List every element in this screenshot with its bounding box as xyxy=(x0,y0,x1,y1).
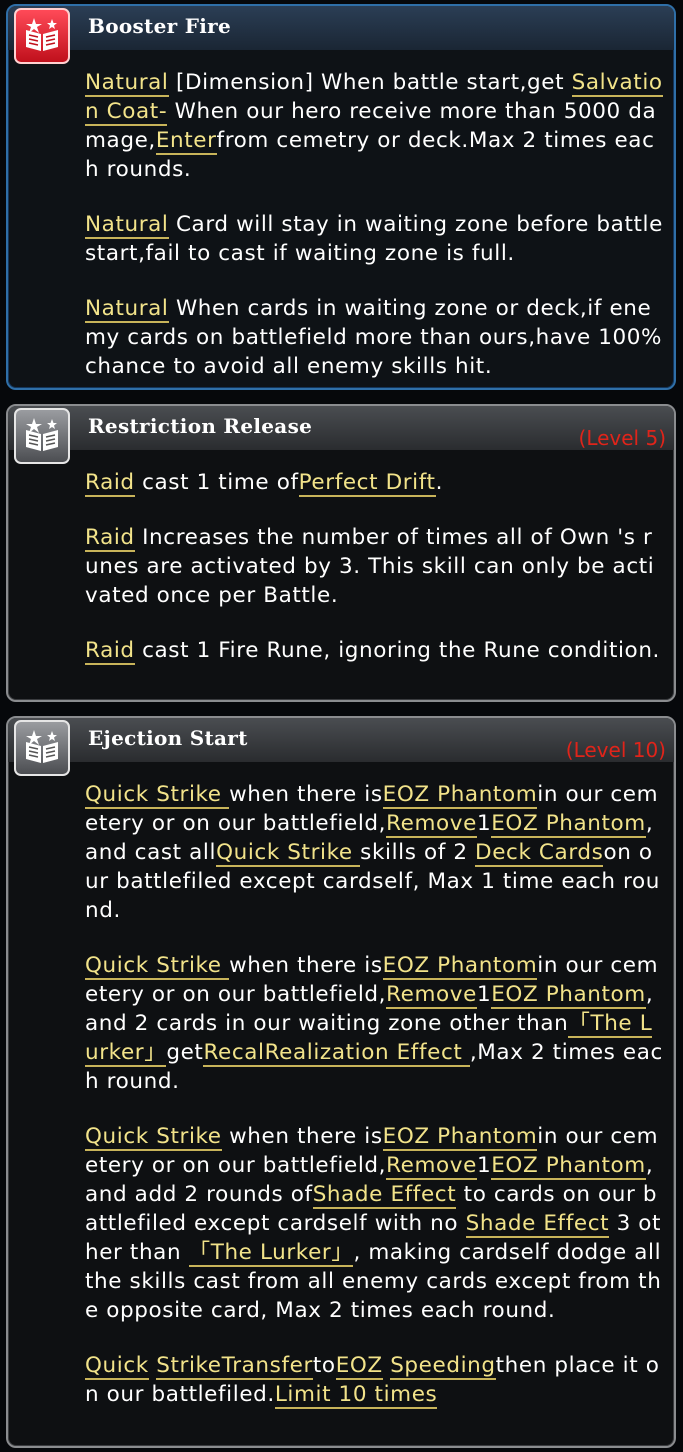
book-stars-icon xyxy=(14,8,70,64)
skill-keyword-link[interactable]: EOZ Phantom xyxy=(491,982,646,1009)
skill-paragraph: Quick Strike when there isEOZ Phantomin … xyxy=(85,1122,666,1325)
skill-keyword-link[interactable]: Shade Effect xyxy=(312,1182,457,1209)
skill-text: when there is xyxy=(229,953,383,978)
skill-paragraph: Natural When cards in waiting zone or de… xyxy=(85,294,666,381)
skill-paragraph: Quick StrikeTransfertoEOZ Speedingthen p… xyxy=(85,1351,666,1409)
skill-keyword-link[interactable]: Strike xyxy=(156,1353,222,1380)
book-stars-icon xyxy=(14,408,70,464)
skill-keyword-link[interactable]: RecalRealization Effect xyxy=(203,1040,470,1067)
skill-paragraph: Natural [Dimension] When battle start,ge… xyxy=(85,68,666,184)
skill-text: to xyxy=(312,1353,336,1378)
skill-text: when there is xyxy=(221,1124,383,1149)
skill-keyword-link[interactable]: Remove xyxy=(386,811,477,838)
skill-keyword-link[interactable]: Natural xyxy=(85,70,169,97)
skill-keyword-link[interactable]: EOZ Phantom xyxy=(491,1153,646,1180)
skill-keyword-link[interactable]: Remove xyxy=(386,1153,477,1180)
skill-paragraph: Raid cast 1 Fire Rune, ignoring the Rune… xyxy=(85,636,666,665)
skill-keyword-link[interactable]: Quick Strike xyxy=(85,782,230,809)
skill-paragraph: Quick Strike when there isEOZ Phantomin … xyxy=(85,780,666,925)
skill-text: Increases the number of times all of Own… xyxy=(85,525,655,608)
skill-keyword-link[interactable]: Deck Cards xyxy=(475,840,604,867)
skill-text: 1 xyxy=(476,982,492,1007)
skill-keyword-link[interactable]: Perfect Drift xyxy=(298,470,436,497)
skill-text: 1 xyxy=(476,811,492,836)
skill-panel-restriction-release: Restriction Release (Level 5) Raid cast … xyxy=(6,404,676,702)
skill-paragraph: Natural Card will stay in waiting zone b… xyxy=(85,210,666,268)
skill-title: Ejection Start xyxy=(88,726,248,750)
skill-keyword-link[interactable]: Remove xyxy=(386,982,477,1009)
skill-keyword-link[interactable]: Quick Strike xyxy=(85,953,230,980)
skill-keyword-link[interactable]: 「The Lurker」 xyxy=(188,1240,354,1267)
skill-keyword-link[interactable]: EOZ Phantom xyxy=(382,953,538,980)
book-stars-icon xyxy=(14,720,70,776)
skill-keyword-link[interactable]: Quick Strike xyxy=(216,840,361,867)
skill-text: get xyxy=(166,1040,204,1065)
skill-text: when there is xyxy=(229,782,383,807)
skill-keyword-link[interactable]: Natural xyxy=(85,296,169,323)
skill-panel-booster-fire: Booster Fire Natural [Dimension] When ba… xyxy=(6,4,676,390)
skill-text: Card will stay in waiting zone before ba… xyxy=(85,212,663,266)
skill-text: cast 1 Fire Rune, ignoring the Rune cond… xyxy=(134,638,660,663)
skill-text: skills of 2 xyxy=(360,840,476,865)
skill-title: Booster Fire xyxy=(88,14,231,38)
skill-description: Quick Strike when there isEOZ Phantomin … xyxy=(85,780,666,1409)
skill-keyword-link[interactable]: Enter xyxy=(155,128,217,155)
skill-description: Raid cast 1 time ofPerfect Drift. Raid In… xyxy=(85,468,666,665)
skill-text: 1 xyxy=(476,1153,492,1178)
skill-panel-ejection-start: Ejection Start (Level 10) Quick Strike w… xyxy=(6,716,676,1448)
skill-level: (Level 5) xyxy=(578,426,666,450)
skill-keyword-link[interactable]: Speeding xyxy=(390,1353,496,1380)
skill-paragraph: Quick Strike when there isEOZ Phantomin … xyxy=(85,951,666,1096)
skill-paragraph: Raid cast 1 time ofPerfect Drift. xyxy=(85,468,666,497)
skill-text: cast 1 time of xyxy=(134,470,299,495)
skill-level: (Level 10) xyxy=(565,738,666,762)
skill-keyword-link[interactable]: Transfer xyxy=(221,1353,313,1380)
skill-text: [Dimension] When battle start,get xyxy=(168,70,572,95)
skill-description: Natural [Dimension] When battle start,ge… xyxy=(85,68,666,381)
skill-keyword-link[interactable]: Raid xyxy=(85,638,135,665)
skill-keyword-link[interactable]: Limit 10 times xyxy=(274,1382,438,1409)
skill-keyword-link[interactable]: EOZ Phantom xyxy=(491,811,646,838)
skill-text: When cards in waiting zone or deck,if en… xyxy=(85,296,663,379)
skill-keyword-link[interactable]: Shade Effect xyxy=(465,1211,610,1238)
skill-text: . xyxy=(435,470,443,495)
skill-paragraph: Raid Increases the number of times all o… xyxy=(85,523,666,610)
skill-keyword-link[interactable]: Raid xyxy=(85,470,135,497)
skill-keyword-link[interactable]: Quick Strike xyxy=(85,1124,222,1151)
skill-keyword-link[interactable]: Natural xyxy=(85,212,169,239)
skill-keyword-link[interactable]: EOZ xyxy=(335,1353,383,1380)
skill-keyword-link[interactable]: Quick xyxy=(85,1353,149,1380)
skill-keyword-link[interactable]: EOZ Phantom xyxy=(382,782,538,809)
skill-title: Restriction Release xyxy=(88,414,313,438)
skill-keyword-link[interactable]: EOZ Phantom xyxy=(382,1124,538,1151)
skill-keyword-link[interactable]: Raid xyxy=(85,525,135,552)
